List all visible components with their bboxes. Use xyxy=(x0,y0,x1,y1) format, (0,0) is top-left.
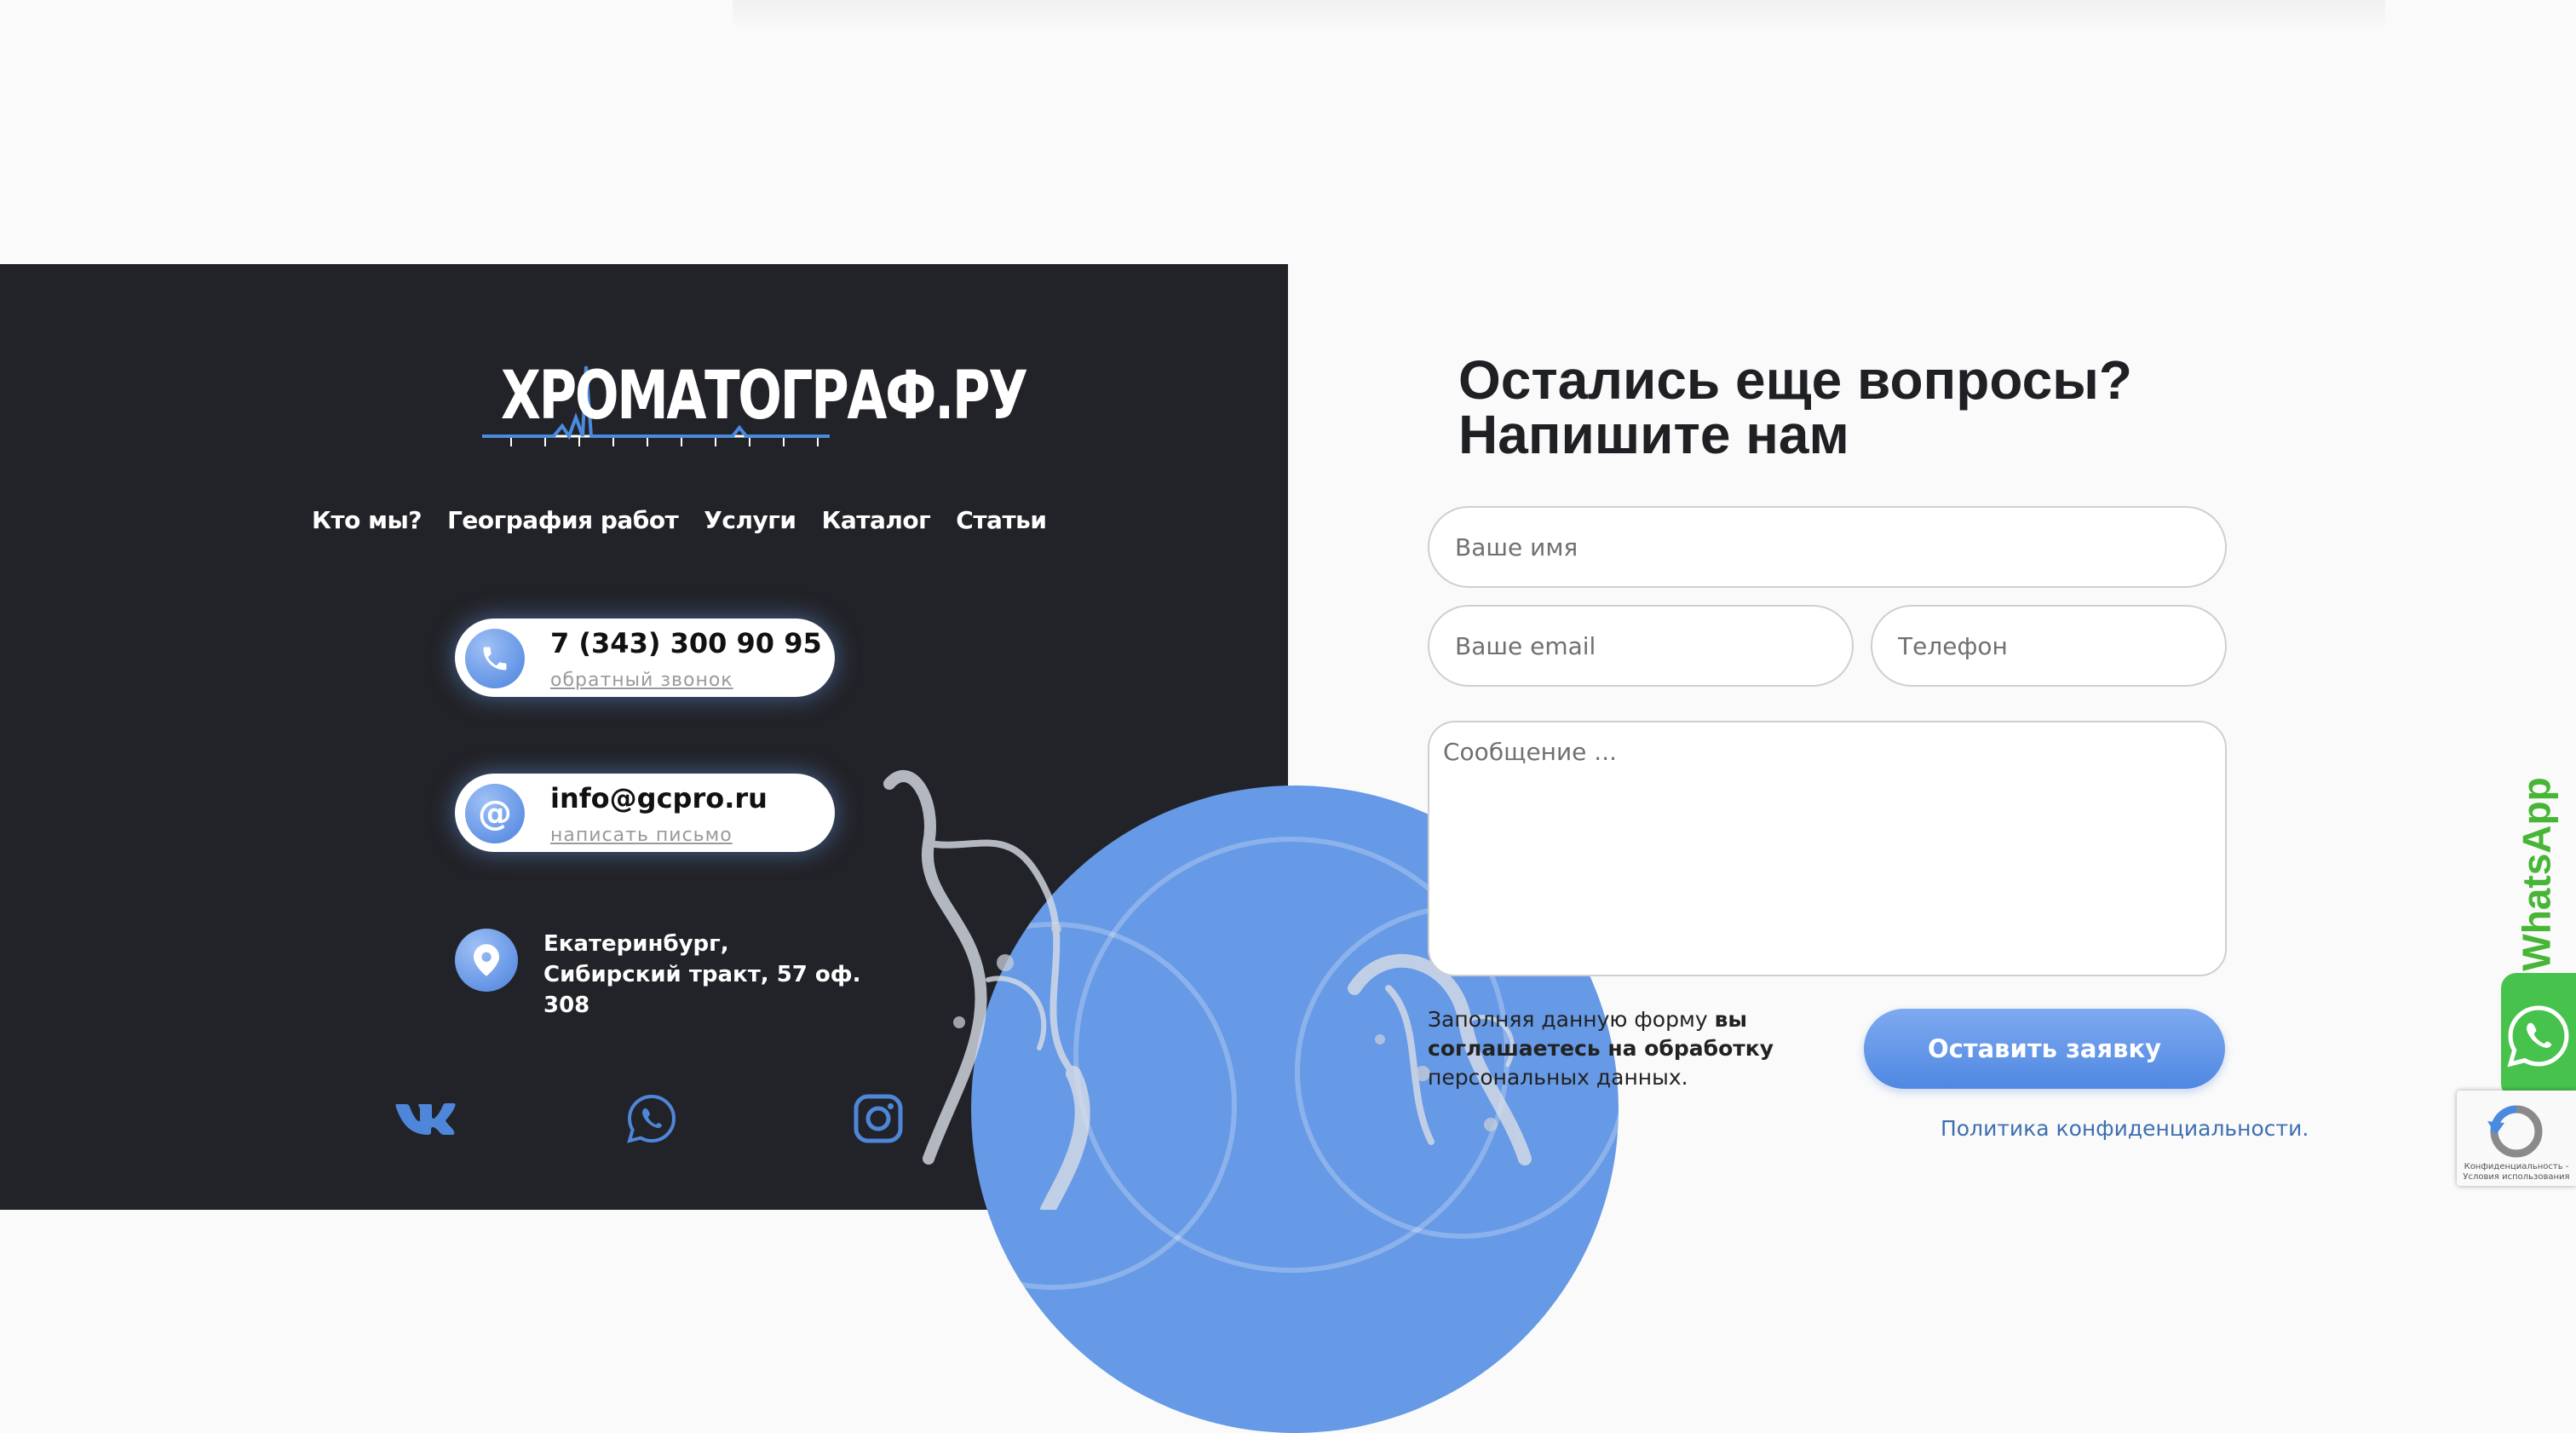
form-title: Остались еще вопросы? Напишите нам xyxy=(1458,353,2225,462)
nav-item-about[interactable]: Кто мы? xyxy=(312,506,423,534)
nav-item-services[interactable]: Услуги xyxy=(704,506,796,534)
submit-button[interactable]: Оставить заявку xyxy=(1864,1009,2225,1089)
form-title-line-1: Остались еще вопросы? xyxy=(1458,349,2132,411)
email-address[interactable]: info@gcpro.ru xyxy=(550,782,768,814)
phone-card[interactable]: 7 (343) 300 90 95 обратный звонок xyxy=(455,619,835,697)
consent-prefix: Заполняя данную форму xyxy=(1428,1007,1715,1032)
privacy-policy-link[interactable]: Политика конфиденциальности. xyxy=(1941,1116,2309,1141)
form-title-line-2: Напишите нам xyxy=(1458,404,1849,465)
whatsapp-icon[interactable] xyxy=(620,1091,683,1147)
recaptcha-icon xyxy=(2487,1105,2543,1158)
nav-item-articles[interactable]: Статьи xyxy=(956,506,1047,534)
site-logo[interactable]: ХРОМАТОГРАФ.РУ xyxy=(477,358,1028,452)
consent-text: Заполняя данную форму вы соглашаетесь на… xyxy=(1428,1005,1785,1092)
phone-number[interactable]: 7 (343) 300 90 95 xyxy=(550,627,822,659)
nav-item-geography[interactable]: География работ xyxy=(447,506,679,534)
write-letter-link[interactable]: написать письмо xyxy=(550,825,733,846)
whatsapp-widget-icon xyxy=(2507,1005,2569,1068)
callback-link[interactable]: обратный звонок xyxy=(550,670,733,691)
email-input[interactable] xyxy=(1428,605,1854,687)
message-textarea[interactable] xyxy=(1428,721,2227,976)
phone-input[interactable] xyxy=(1871,605,2227,687)
name-input[interactable] xyxy=(1428,506,2227,588)
map-pin-icon xyxy=(455,929,518,992)
whatsapp-widget-label[interactable]: WhatsApp xyxy=(2508,774,2566,975)
consent-suffix: персональных данных. xyxy=(1428,1065,1688,1090)
office-address: Екатеринбург, Сибирский тракт, 57 оф. 30… xyxy=(543,931,861,1018)
recaptcha-badge[interactable]: Конфиденциальность - Условия использован… xyxy=(2457,1091,2576,1186)
instagram-icon[interactable] xyxy=(847,1091,910,1147)
phone-icon xyxy=(465,629,525,688)
vk-icon[interactable] xyxy=(394,1091,457,1147)
top-shadow xyxy=(733,0,2385,29)
nav-item-catalog[interactable]: Каталог xyxy=(821,506,930,534)
logo-text: ХРОМАТОГРАФ.РУ xyxy=(501,358,1028,435)
whatsapp-widget-button[interactable] xyxy=(2501,973,2576,1099)
recaptcha-text: Конфиденциальность - Условия использован… xyxy=(2463,1162,2570,1182)
email-card[interactable]: @ info@gcpro.ru написать письмо xyxy=(455,774,835,852)
at-icon: @ xyxy=(465,784,525,843)
footer-nav: Кто мы? География работ Услуги Каталог С… xyxy=(312,506,1047,534)
